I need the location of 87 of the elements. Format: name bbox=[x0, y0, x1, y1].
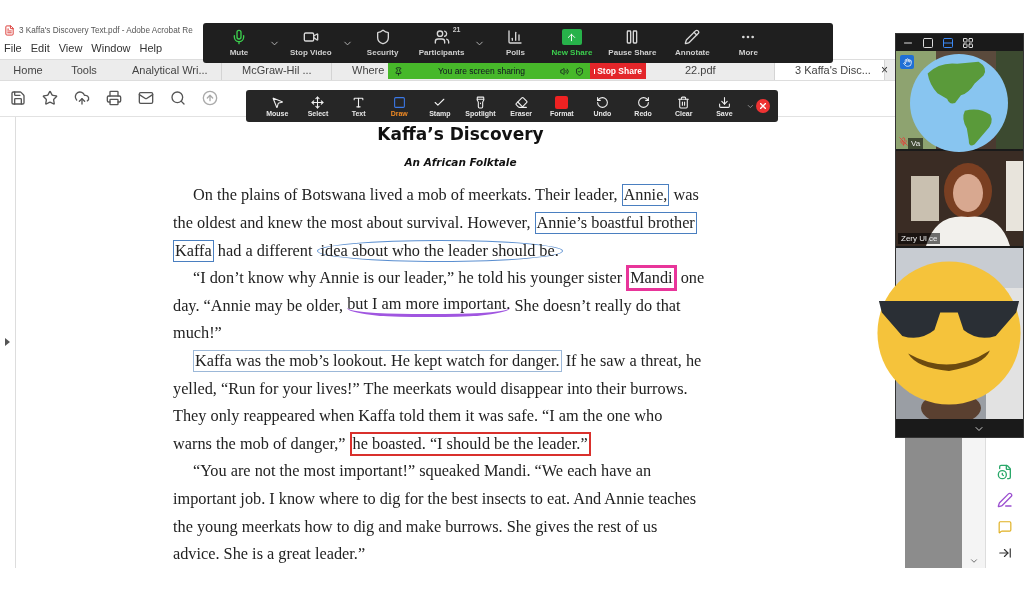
body-text: “You are not the most important!” squeaked Mandi. “We each have an bbox=[193, 461, 652, 482]
body-text: warns the mob of danger,” bbox=[173, 433, 347, 454]
body-text: advice. She is a great leader.” bbox=[173, 544, 366, 565]
download-icon bbox=[717, 95, 731, 109]
body-text: On the plains of Botswana lived a mob of meerkats. Their leader, bbox=[193, 185, 619, 206]
cloud-upload-icon[interactable] bbox=[74, 90, 90, 107]
document-title: Kaffa’s Discovery bbox=[377, 123, 544, 144]
body-text: the young meerkats how to dig and make burrows. She gives the rest of us bbox=[173, 516, 658, 537]
expand-arrow-icon[interactable] bbox=[5, 338, 10, 347]
stop-share-button[interactable]: Stop Share bbox=[590, 63, 646, 79]
trash-icon bbox=[677, 95, 691, 109]
annotation-box: Mandi bbox=[626, 265, 677, 292]
meeting-control-button[interactable]: Stop Video bbox=[284, 29, 338, 57]
text-icon bbox=[352, 95, 366, 109]
close-icon[interactable] bbox=[756, 99, 770, 113]
participant-name: Zery Ul ce bbox=[898, 233, 941, 244]
document-tab[interactable]: Home bbox=[0, 59, 56, 80]
rows-icon bbox=[942, 36, 954, 49]
star-icon[interactable] bbox=[42, 90, 58, 107]
redo-icon bbox=[636, 95, 650, 109]
menu-item[interactable]: Edit bbox=[30, 41, 50, 54]
meeting-control-button[interactable]: More bbox=[722, 29, 775, 57]
menu-item[interactable]: Help bbox=[139, 41, 163, 54]
speaker-icon[interactable] bbox=[560, 66, 569, 76]
square-icon bbox=[922, 36, 934, 49]
move-icon bbox=[311, 95, 325, 109]
flashlight-icon bbox=[474, 95, 487, 109]
menu-item[interactable]: File bbox=[4, 41, 22, 54]
pdf-file-icon bbox=[4, 25, 15, 37]
document-tab[interactable]: Tools bbox=[56, 59, 112, 80]
print-icon[interactable] bbox=[106, 90, 122, 107]
view-mode-button[interactable] bbox=[962, 36, 974, 49]
undo-icon bbox=[595, 95, 609, 109]
meeting-control-button[interactable]: Security bbox=[356, 29, 409, 57]
body-text: the oldest and knew the most about survival. However, bbox=[173, 213, 532, 234]
annotation-box: he boasted. “I should be the leader.” bbox=[349, 431, 591, 456]
annotation-box: Kaffa bbox=[173, 239, 214, 262]
participant-name: Va bbox=[908, 138, 924, 149]
microphone-icon bbox=[231, 29, 247, 45]
annotation-box: Kaffa was the mob’s lookout. He kept watch for danger. bbox=[193, 350, 562, 373]
body-text: one bbox=[679, 268, 705, 289]
search-icon[interactable] bbox=[170, 90, 186, 107]
meeting-control-button[interactable]: Annotate bbox=[666, 29, 719, 57]
body-text: “I don’t know why Annie is our leader,” he told his younger sister bbox=[193, 268, 624, 289]
collapse-pane-icon[interactable] bbox=[998, 546, 1012, 560]
body-text: had a different bbox=[216, 240, 314, 261]
cursor-icon bbox=[270, 95, 284, 109]
eraser-icon bbox=[514, 95, 528, 109]
mail-icon[interactable] bbox=[138, 90, 154, 107]
body-text: She doesn’t really do that bbox=[513, 295, 681, 316]
body-text: If he saw a threat, he bbox=[564, 351, 702, 372]
meeting-control-button[interactable]: Polls bbox=[489, 29, 542, 57]
muted-mic-icon bbox=[899, 137, 908, 146]
body-text: They only reappeared when Kaffa told them it was safe. “I am the one who bbox=[173, 406, 663, 427]
tab-close-button[interactable]: × bbox=[880, 62, 888, 77]
pencil-icon bbox=[684, 29, 701, 45]
raised-hand-icon bbox=[900, 55, 914, 69]
body-text: day. “Annie may be older, bbox=[173, 295, 345, 316]
globe-icon bbox=[910, 54, 1008, 152]
underlined-text: but I am more important. bbox=[347, 294, 511, 318]
grid-icon bbox=[962, 36, 974, 49]
body-text: important job. I know where to dig for the best insects to eat. And Annie teaches bbox=[173, 489, 697, 509]
annotation-box: Annie’s boastful brother bbox=[534, 212, 697, 235]
shield-icon[interactable] bbox=[575, 66, 584, 76]
sign-pen-icon[interactable] bbox=[997, 492, 1013, 508]
menu-item[interactable]: Window bbox=[91, 41, 131, 54]
rectangle-icon bbox=[392, 95, 406, 109]
meeting-control-button[interactable]: Mute bbox=[213, 29, 265, 57]
meeting-control-button[interactable]: New Share bbox=[545, 29, 599, 57]
body-text: much!” bbox=[173, 323, 222, 344]
pin-icon[interactable] bbox=[394, 66, 403, 76]
annotation-box: Annie, bbox=[621, 184, 670, 207]
bar-chart-icon bbox=[507, 29, 524, 45]
sharing-status-text: You are screen sharing bbox=[436, 66, 527, 76]
people-icon bbox=[433, 29, 450, 45]
save-icon[interactable] bbox=[10, 90, 26, 107]
video-camera-icon bbox=[302, 29, 319, 45]
document-subtitle: An African Folktale bbox=[404, 155, 517, 168]
scroll-down-icon[interactable] bbox=[968, 556, 979, 566]
body-text: yelled, “Run for your lives!” The meerkats would disappear into their burrows. bbox=[173, 378, 688, 399]
menu-item[interactable]: View bbox=[58, 41, 83, 54]
meeting-control-button[interactable]: Pause Share bbox=[602, 29, 663, 57]
document-tab[interactable]: Where bbox=[332, 59, 385, 80]
shield-icon bbox=[374, 29, 391, 45]
window-title: 3 Kaffa's Discovery Text.pdf - Adobe Acrobat Re bbox=[19, 26, 193, 36]
color-swatch-icon bbox=[555, 95, 569, 109]
body-text: was bbox=[672, 185, 699, 206]
